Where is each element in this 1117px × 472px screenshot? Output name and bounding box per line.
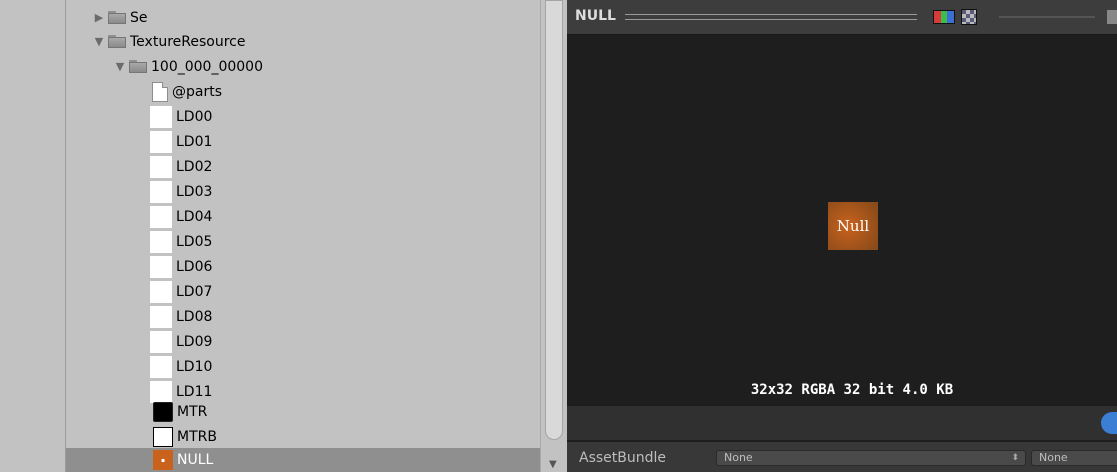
asset-label-icon[interactable] xyxy=(1101,412,1117,434)
tree-item-ld04[interactable]: LD04 xyxy=(150,204,212,229)
texture-icon xyxy=(150,105,172,128)
alpha-channel-icon[interactable] xyxy=(961,9,977,25)
preview-header: NULL xyxy=(567,0,1117,35)
tree-item-mtrb[interactable]: MTRB xyxy=(152,424,217,449)
null-texture-icon: ▪ xyxy=(153,450,173,470)
tree-item-label: LD09 xyxy=(176,333,213,350)
tree-item-label: LD10 xyxy=(176,358,213,375)
folder-icon xyxy=(108,35,126,48)
dropdown-caret-icon: ⬍ xyxy=(1011,453,1019,463)
tree-item-label: 100_000_00000 xyxy=(151,58,263,75)
left-gutter xyxy=(0,0,66,472)
labels-strip xyxy=(567,406,1117,440)
tree-item-parts[interactable]: @parts xyxy=(152,79,222,104)
tree-item-null-selected[interactable]: ▪ NULL xyxy=(66,448,540,472)
tree-item-ld01[interactable]: LD01 xyxy=(150,129,212,154)
null-texture-preview: Null xyxy=(828,202,878,250)
asset-bundle-variant-dropdown[interactable]: None xyxy=(1031,450,1117,466)
expanded-arrow-icon[interactable]: ▼ xyxy=(113,60,127,73)
vertical-scrollbar[interactable]: ▼ xyxy=(540,0,567,472)
texture-icon xyxy=(150,255,172,278)
tree-item-label: LD00 xyxy=(176,108,213,125)
asset-bundle-bar: AssetBundle None ⬍ None xyxy=(567,442,1117,472)
texture-preview-canvas: Null 32x32 RGBA 32 bit 4.0 KB xyxy=(567,35,1117,403)
mip-slider-thumb[interactable] xyxy=(1107,10,1117,24)
asset-bundle-label: AssetBundle xyxy=(579,450,667,466)
tree-item-ld08[interactable]: LD08 xyxy=(150,304,212,329)
collapsed-arrow-icon[interactable]: ▶ xyxy=(92,11,106,24)
tree-item-ld09[interactable]: LD09 xyxy=(150,329,212,354)
tree-item-se[interactable]: ▶ Se xyxy=(92,5,148,30)
folder-icon xyxy=(129,60,147,73)
tree-item-100-000-00000[interactable]: ▼ 100_000_00000 xyxy=(113,54,263,79)
folder-icon xyxy=(108,11,126,24)
texture-icon xyxy=(150,305,172,328)
tree-item-label: LD06 xyxy=(176,258,213,275)
white-texture-icon xyxy=(153,426,173,447)
tree-item-label: LD02 xyxy=(176,158,213,175)
texture-icon xyxy=(150,230,172,253)
tree-item-ld07[interactable]: LD07 xyxy=(150,279,212,304)
mip-level-slider[interactable] xyxy=(999,16,1095,18)
tree-item-ld06[interactable]: LD06 xyxy=(150,254,212,279)
asset-bundle-variant-value: None xyxy=(1039,451,1068,464)
tree-item-label: LD11 xyxy=(176,383,213,400)
texture-icon xyxy=(150,330,172,353)
tree-item-label: TextureResource xyxy=(130,33,246,50)
texture-icon xyxy=(150,155,172,178)
tree-item-label: Se xyxy=(130,9,148,26)
tree-item-label: LD07 xyxy=(176,283,213,300)
tree-item-label: LD08 xyxy=(176,308,213,325)
tree-item-label: LD01 xyxy=(176,133,213,150)
tree-item-ld00[interactable]: LD00 xyxy=(150,104,212,129)
rgb-channel-icon[interactable] xyxy=(933,10,955,24)
tree-item-label: @parts xyxy=(172,83,223,100)
tree-item-label: LD04 xyxy=(176,208,213,225)
tree-item-label: MTR xyxy=(177,403,208,420)
texture-icon xyxy=(150,355,172,378)
tree-item-textureresource[interactable]: ▼ TextureResource xyxy=(92,29,246,54)
tree-item-label: NULL xyxy=(177,452,214,468)
scroll-down-arrow-icon[interactable]: ▼ xyxy=(549,459,557,470)
asset-bundle-name-value: None xyxy=(724,451,753,464)
texture-info: 32x32 RGBA 32 bit 4.0 KB xyxy=(750,382,954,398)
document-icon xyxy=(152,81,168,102)
texture-icon xyxy=(150,130,172,153)
texture-icon xyxy=(150,180,172,203)
tree-item-ld02[interactable]: LD02 xyxy=(150,154,212,179)
tree-item-ld10[interactable]: LD10 xyxy=(150,354,212,379)
texture-icon xyxy=(150,205,172,228)
header-divider xyxy=(625,14,917,20)
preview-panel: NULL Null 32x32 RGBA 32 bit 4.0 KB Asset… xyxy=(567,0,1117,472)
texture-icon xyxy=(150,280,172,303)
tree-item-mtr[interactable]: MTR xyxy=(152,399,207,424)
scrollbar-thumb[interactable] xyxy=(545,0,563,440)
project-tree: ▶ Se ▼ TextureResource ▼ 100_000_00000 @… xyxy=(66,0,540,472)
tree-item-label: LD03 xyxy=(176,183,213,200)
tree-item-label: MTRB xyxy=(177,428,217,445)
tree-item-label: LD05 xyxy=(176,233,213,250)
asset-bundle-name-dropdown[interactable]: None ⬍ xyxy=(716,450,1026,466)
expanded-arrow-icon[interactable]: ▼ xyxy=(92,35,106,48)
tree-item-ld03[interactable]: LD03 xyxy=(150,179,212,204)
black-texture-icon xyxy=(153,401,173,422)
tree-item-ld05[interactable]: LD05 xyxy=(150,229,212,254)
preview-title: NULL xyxy=(575,8,616,24)
